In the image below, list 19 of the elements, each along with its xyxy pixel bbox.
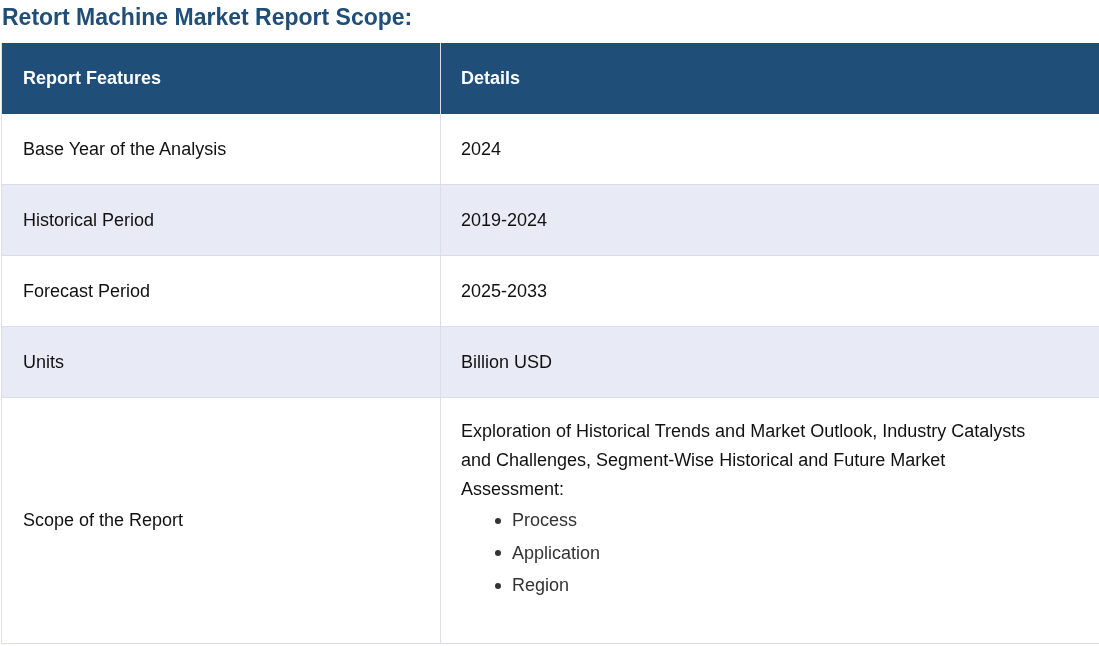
table-cell: Base Year of the Analysis (23, 138, 227, 160)
list-item: Region (512, 575, 570, 596)
list-item: Process (512, 510, 578, 531)
table-cell: Units (23, 351, 64, 373)
column-header: Report Features (23, 68, 162, 89)
bullet-icon (495, 517, 501, 524)
table-cell: Forecast Period (23, 280, 151, 302)
list-item: Application (512, 542, 601, 564)
table-cell-text: Billion USD (461, 350, 554, 374)
bullet-icon (495, 582, 501, 589)
table-cell-text: 2025-2033 (461, 279, 549, 303)
bullet-icon (495, 550, 501, 556)
table-cell-text: Exploration of Historical Trends and Market Outlook, Industry Catalysts and Challenges, Segment-Wise Historical and Future Market Assessment: (461, 420, 1027, 502)
table-cell: Scope of the Report (23, 510, 184, 531)
table-cell: Historical Period (23, 209, 155, 231)
table-cell-text: 2024 (461, 137, 503, 161)
column-header: Details (461, 68, 521, 89)
table-cell-text: 2019-2024 (461, 208, 549, 232)
report-scope-heading: Retort Machine Market Report Scope: (1, 3, 414, 32)
